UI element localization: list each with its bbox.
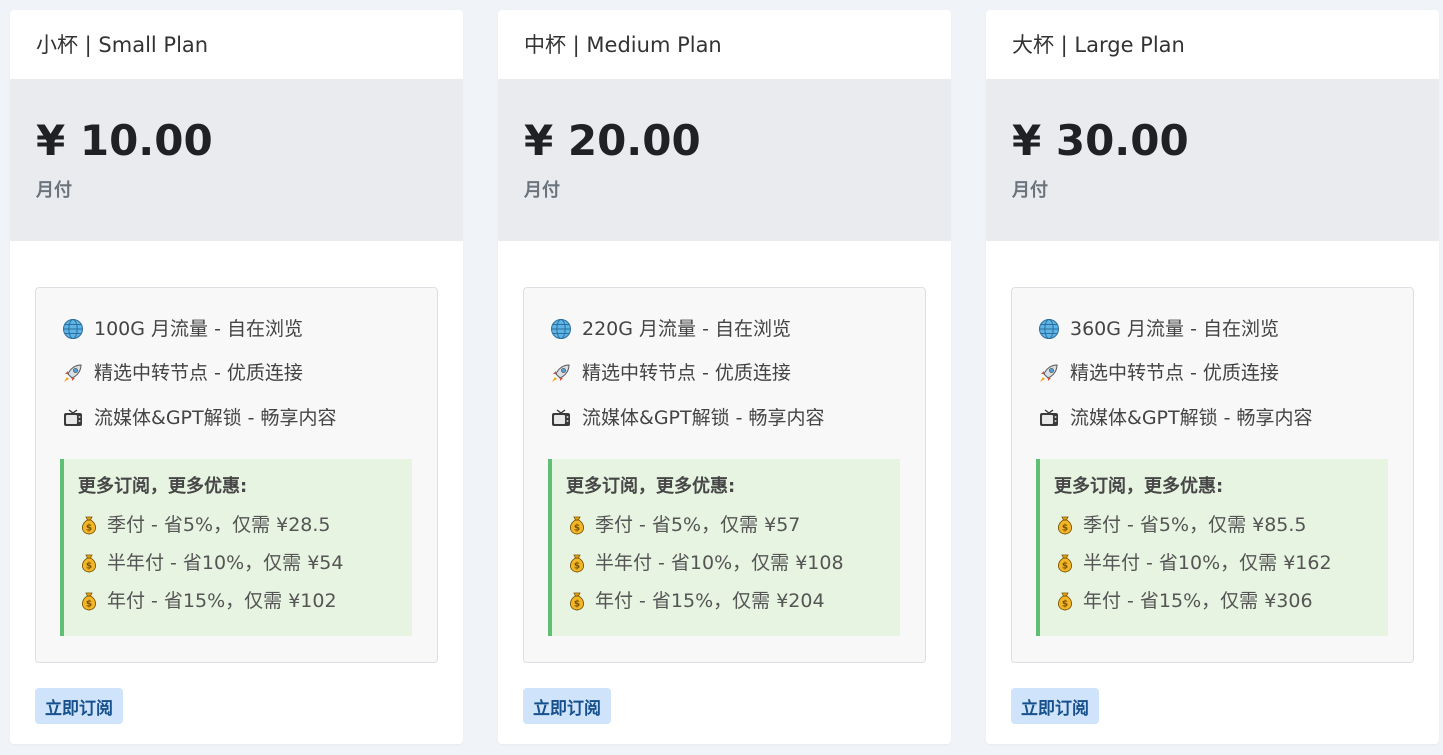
svg-text:$: $	[574, 600, 580, 610]
promo-text: 半年付 - 省10%，仅需 ¥162	[1083, 552, 1332, 574]
feature-text: 流媒体&GPT解锁 - 畅享内容	[94, 407, 337, 429]
tv-icon	[1038, 407, 1060, 429]
rocket-icon	[550, 362, 572, 384]
feature-text: 精选中转节点 - 优质连接	[1070, 362, 1279, 384]
svg-text:$: $	[1062, 524, 1068, 534]
billing-period: 月付	[524, 180, 560, 201]
promo-item: $ 季付 - 省5%，仅需 ¥57	[566, 512, 800, 538]
promo-title: 更多订阅，更多优惠:	[1054, 476, 1224, 497]
promo-title: 更多订阅，更多优惠:	[566, 476, 736, 497]
feature-text: 精选中转节点 - 优质连接	[94, 362, 303, 384]
svg-text:$: $	[574, 524, 580, 534]
svg-text:$: $	[86, 600, 92, 610]
promo-text: 季付 - 省5%，仅需 ¥85.5	[1083, 514, 1307, 536]
feature-item: 精选中转节点 - 优质连接	[1038, 360, 1279, 386]
plan-title: 中杯 | Medium Plan	[524, 33, 722, 57]
promo-text: 年付 - 省15%，仅需 ¥306	[1083, 590, 1313, 612]
promo-item: $ 年付 - 省15%，仅需 ¥102	[78, 588, 337, 614]
promo-title: 更多订阅，更多优惠:	[78, 476, 248, 497]
plan-title: 大杯 | Large Plan	[1012, 33, 1185, 57]
feature-item: 流媒体&GPT解锁 - 畅享内容	[550, 405, 825, 431]
price-block: ¥ 30.00 月付	[986, 79, 1439, 241]
svg-text:$: $	[86, 524, 92, 534]
plan-card-large: 大杯 | Large Plan ¥ 30.00 月付 360G 月流量 - 自在…	[986, 10, 1439, 744]
feature-box: 100G 月流量 - 自在浏览 精选中转节点 - 优质连接 流媒体&GPT解锁 …	[35, 287, 438, 663]
svg-text:$: $	[574, 562, 580, 572]
promo-text: 年付 - 省15%，仅需 ¥204	[595, 590, 825, 612]
feature-item: 100G 月流量 - 自在浏览	[62, 316, 303, 342]
promo-text: 季付 - 省5%，仅需 ¥57	[595, 514, 801, 536]
rocket-icon	[1038, 362, 1060, 384]
promo-item: $ 年付 - 省15%，仅需 ¥204	[566, 588, 825, 614]
globe-icon	[550, 318, 572, 340]
billing-period: 月付	[36, 180, 72, 201]
feature-item: 精选中转节点 - 优质连接	[62, 360, 303, 386]
subscribe-button[interactable]: 立即订阅	[523, 688, 611, 724]
money-bag-icon: $	[566, 514, 588, 536]
feature-item: 流媒体&GPT解锁 - 畅享内容	[1038, 405, 1313, 431]
tv-icon	[550, 407, 572, 429]
money-bag-icon: $	[566, 552, 588, 574]
promo-item: $ 年付 - 省15%，仅需 ¥306	[1054, 588, 1313, 614]
promo-item: $ 半年付 - 省10%，仅需 ¥54	[78, 550, 343, 576]
feature-text: 220G 月流量 - 自在浏览	[582, 318, 791, 340]
money-bag-icon: $	[1054, 590, 1076, 612]
rocket-icon	[62, 362, 84, 384]
feature-item: 220G 月流量 - 自在浏览	[550, 316, 791, 342]
promo-item: $ 半年付 - 省10%，仅需 ¥108	[566, 550, 844, 576]
subscribe-button[interactable]: 立即订阅	[1011, 688, 1099, 724]
plan-title: 小杯 | Small Plan	[36, 33, 209, 57]
svg-text:$: $	[1062, 600, 1068, 610]
money-bag-icon: $	[1054, 552, 1076, 574]
globe-icon	[1038, 318, 1060, 340]
promo-text: 半年付 - 省10%，仅需 ¥108	[595, 552, 844, 574]
feature-item: 360G 月流量 - 自在浏览	[1038, 316, 1279, 342]
promo-box: 更多订阅，更多优惠: $ 季付 - 省5%，仅需 ¥28.5 $ 半年付 - 省…	[60, 459, 412, 636]
plan-price: ¥ 20.00	[524, 116, 701, 165]
feature-text: 流媒体&GPT解锁 - 畅享内容	[1070, 407, 1313, 429]
promo-text: 季付 - 省5%，仅需 ¥28.5	[107, 514, 331, 536]
feature-text: 100G 月流量 - 自在浏览	[94, 318, 303, 340]
promo-item: $ 季付 - 省5%，仅需 ¥85.5	[1054, 512, 1307, 538]
money-bag-icon: $	[1054, 514, 1076, 536]
plan-price: ¥ 30.00	[1012, 116, 1189, 165]
money-bag-icon: $	[78, 552, 100, 574]
promo-text: 年付 - 省15%，仅需 ¥102	[107, 590, 337, 612]
billing-period: 月付	[1012, 180, 1048, 201]
promo-item: $ 半年付 - 省10%，仅需 ¥162	[1054, 550, 1332, 576]
plan-card-medium: 中杯 | Medium Plan ¥ 20.00 月付 220G 月流量 - 自…	[498, 10, 951, 744]
price-block: ¥ 10.00 月付	[10, 79, 463, 241]
feature-text: 精选中转节点 - 优质连接	[582, 362, 791, 384]
tv-icon	[62, 407, 84, 429]
feature-text: 流媒体&GPT解锁 - 畅享内容	[582, 407, 825, 429]
plan-list: 小杯 | Small Plan ¥ 10.00 月付 100G 月流量 - 自在…	[0, 0, 1443, 755]
feature-item: 精选中转节点 - 优质连接	[550, 360, 791, 386]
money-bag-icon: $	[78, 590, 100, 612]
money-bag-icon: $	[566, 590, 588, 612]
subscribe-button[interactable]: 立即订阅	[35, 688, 123, 724]
svg-text:$: $	[1062, 562, 1068, 572]
svg-text:$: $	[86, 562, 92, 572]
feature-item: 流媒体&GPT解锁 - 畅享内容	[62, 405, 337, 431]
price-block: ¥ 20.00 月付	[498, 79, 951, 241]
promo-text: 半年付 - 省10%，仅需 ¥54	[107, 552, 344, 574]
feature-text: 360G 月流量 - 自在浏览	[1070, 318, 1279, 340]
globe-icon	[62, 318, 84, 340]
feature-box: 360G 月流量 - 自在浏览 精选中转节点 - 优质连接 流媒体&GPT解锁 …	[1011, 287, 1414, 663]
feature-box: 220G 月流量 - 自在浏览 精选中转节点 - 优质连接 流媒体&GPT解锁 …	[523, 287, 926, 663]
money-bag-icon: $	[78, 514, 100, 536]
promo-box: 更多订阅，更多优惠: $ 季付 - 省5%，仅需 ¥85.5 $ 半年付 - 省…	[1036, 459, 1388, 636]
promo-item: $ 季付 - 省5%，仅需 ¥28.5	[78, 512, 331, 538]
plan-card-small: 小杯 | Small Plan ¥ 10.00 月付 100G 月流量 - 自在…	[10, 10, 463, 744]
promo-box: 更多订阅，更多优惠: $ 季付 - 省5%，仅需 ¥57 $ 半年付 - 省10…	[548, 459, 900, 636]
plan-price: ¥ 10.00	[36, 116, 213, 165]
